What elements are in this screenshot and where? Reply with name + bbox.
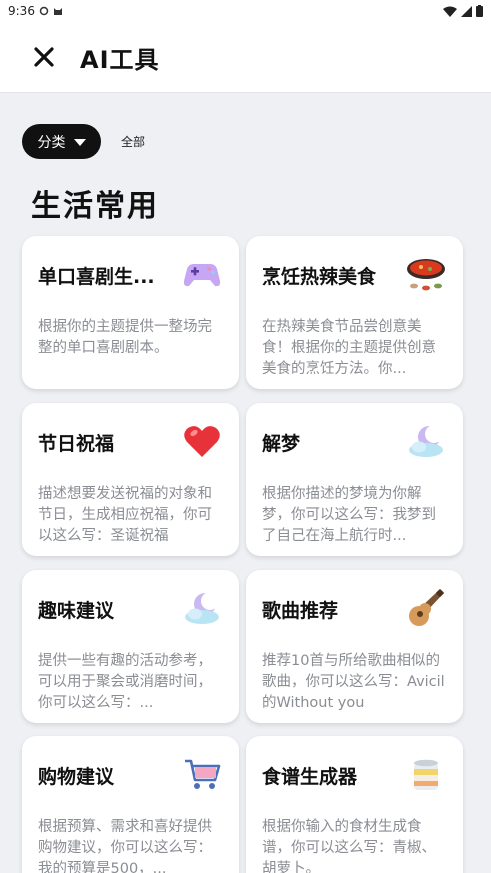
card-description: 在热辣美食节品尝创意美食！根据你的主题提供创意美食的烹饪方法。你... bbox=[262, 319, 436, 377]
card-description: 根据你的主题提供一整场完整的单口喜剧剧本。 bbox=[38, 319, 212, 356]
tool-card[interactable]: 购物建议 根据预算、需求和喜好提供购物建议，你可以这么写：我的预算是500，..… bbox=[22, 736, 239, 873]
cake-jar-icon bbox=[414, 759, 438, 790]
close-icon bbox=[34, 47, 54, 67]
status-bar: 9:36 bbox=[0, 0, 491, 22]
filter-all[interactable]: 全部 bbox=[121, 133, 145, 150]
shopping-cart-icon bbox=[185, 759, 221, 789]
wifi-icon bbox=[443, 6, 457, 17]
category-label: 分类 bbox=[37, 134, 66, 151]
category-dropdown[interactable]: 分类 bbox=[22, 124, 101, 159]
card-title: 歌曲推荐 bbox=[262, 600, 339, 622]
tool-card[interactable]: 烹饪热辣美食 在热辣美食节品尝创意美食！根据你的主题提供创意美食的烹饪方法。你.… bbox=[246, 236, 463, 389]
card-description: 根据你描述的梦境为你解梦，你可以这么写：我梦到了自己在海上航行时... bbox=[262, 486, 436, 544]
tool-card[interactable]: 解梦 根据你描述的梦境为你解梦，你可以这么写：我梦到了自己在海上航行时... bbox=[246, 403, 463, 556]
card-title: 趣味建议 bbox=[38, 600, 115, 622]
close-button[interactable] bbox=[22, 35, 66, 79]
card-description: 根据你输入的食材生成食谱，你可以这么写：青椒、胡萝卜。 bbox=[262, 819, 436, 873]
card-title: 食谱生成器 bbox=[262, 766, 358, 788]
game-controller-icon bbox=[183, 263, 221, 287]
status-time: 9:36 bbox=[8, 4, 35, 18]
cat-icon bbox=[53, 8, 62, 15]
chevron-down-icon bbox=[73, 139, 86, 146]
card-title: 节日祝福 bbox=[38, 433, 115, 455]
card-description: 描述想要发送祝福的对象和节日，生成相应祝福，你可以这么写：圣诞祝福 bbox=[38, 486, 212, 544]
moon-cloud-icon bbox=[409, 425, 443, 457]
guitar-icon bbox=[409, 589, 444, 626]
section-title: 生活常用 bbox=[31, 189, 159, 224]
app-bar: AI工具 bbox=[0, 22, 491, 93]
tool-card[interactable]: 趣味建议 提供一些有趣的活动参考，可以用于聚会或消磨时间，你可以这么写：... bbox=[22, 570, 239, 723]
card-title: 购物建议 bbox=[38, 766, 115, 788]
page-title: AI工具 bbox=[80, 45, 160, 74]
tool-card[interactable]: 食谱生成器 根据你输入的食材生成食谱，你可以这么写：青椒、胡萝卜。 bbox=[246, 736, 463, 873]
card-title: 烹饪热辣美食 bbox=[262, 266, 377, 288]
card-description: 推荐10首与所给歌曲相似的歌曲，你可以这么写：Avicil的Without yo… bbox=[262, 653, 445, 711]
tool-card[interactable]: 单口喜剧生... 根据你的主题提供一整场完整的单口喜剧剧本。 bbox=[22, 236, 239, 389]
hotpot-icon bbox=[407, 259, 445, 291]
sync-icon bbox=[39, 6, 49, 16]
heart-icon bbox=[184, 426, 220, 457]
card-description: 根据预算、需求和喜好提供购物建议，你可以这么写：我的预算是500，... bbox=[38, 819, 212, 873]
moon-cloud-icon bbox=[185, 592, 219, 624]
card-title: 解梦 bbox=[262, 433, 301, 455]
filter-row: 分类 全部 bbox=[22, 124, 145, 159]
tool-card[interactable]: 节日祝福 描述想要发送祝福的对象和节日，生成相应祝福，你可以这么写：圣诞祝福 bbox=[22, 403, 239, 556]
battery-icon bbox=[476, 5, 483, 17]
card-title: 单口喜剧生... bbox=[38, 266, 155, 288]
card-description: 提供一些有趣的活动参考，可以用于聚会或消磨时间，你可以这么写：... bbox=[38, 653, 212, 711]
signal-icon bbox=[461, 5, 472, 17]
tool-card[interactable]: 歌曲推荐 推荐10首与所给歌曲相似的歌曲，你可以这么写：Avicil的Witho… bbox=[246, 570, 463, 723]
